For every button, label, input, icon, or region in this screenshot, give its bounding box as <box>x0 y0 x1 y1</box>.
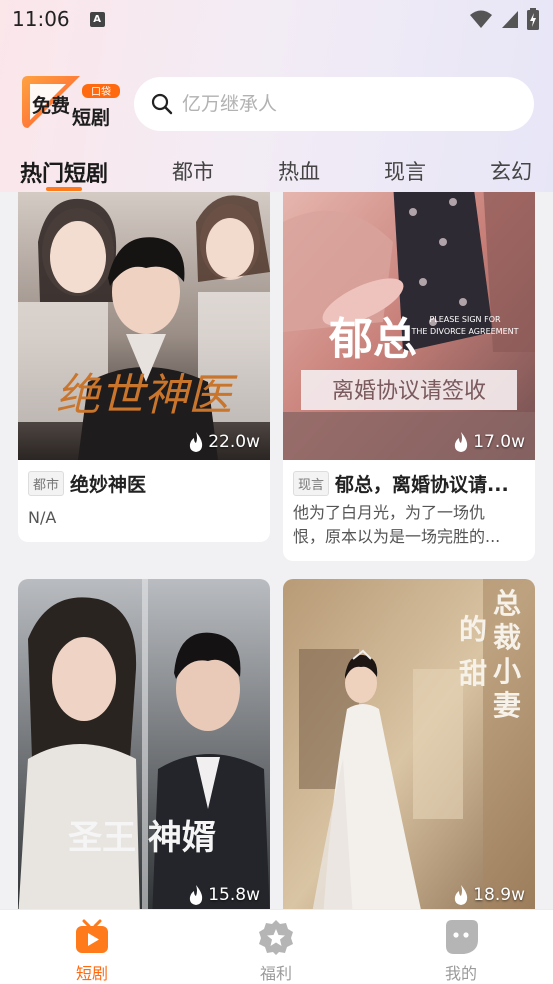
genre-tag: 现言 <box>293 471 330 496</box>
view-count: 15.8w <box>188 885 260 905</box>
poster-en-line2: THE DIVORCE AGREEMENT <box>410 327 518 336</box>
star-badge-icon <box>259 920 293 955</box>
nav-profile-label: 我的 <box>444 964 477 983</box>
tab-hot-blood[interactable]: 热血 <box>278 156 320 186</box>
tv-play-icon <box>76 919 108 953</box>
poster-title-text: 绝世神医 <box>56 370 238 421</box>
fire-icon <box>190 885 203 905</box>
tab-urban[interactable]: 都市 <box>172 156 214 186</box>
search-bar[interactable] <box>134 77 534 131</box>
drama-poster[interactable]: 绝世神医 22.0w <box>18 192 270 460</box>
nav-profile[interactable]: 我的 <box>421 918 501 984</box>
drama-card[interactable]: 绝世神医 22.0w 都市 绝妙神医 N/A <box>18 192 270 542</box>
drama-card[interactable]: 总 裁 的 小 甜 妻 18.9w <box>283 579 535 909</box>
status-bar: 11:06 A <box>0 0 553 38</box>
poster-title-text: 郁总 <box>328 314 417 365</box>
status-time: 11:06 <box>12 7 70 31</box>
fire-icon <box>455 885 468 905</box>
genre-tag: 都市 <box>28 471 65 496</box>
poster-subtitle: 离婚协议请签收 <box>332 379 486 404</box>
battery-icon <box>527 8 539 30</box>
description-line: 恨，原本以为是一场完胜的... <box>293 527 501 546</box>
search-input[interactable] <box>182 93 502 115</box>
nav-benefits[interactable]: 福利 <box>236 918 316 984</box>
drama-feed[interactable]: 绝世神医 22.0w 都市 绝妙神医 N/A 郁总 PLEASE SIGN FO… <box>0 192 553 909</box>
notification-a-icon: A <box>89 11 105 27</box>
drama-description: N/A <box>28 508 57 527</box>
tab-fantasy[interactable]: 玄幻 <box>490 156 532 186</box>
nav-dramas-label: 短剧 <box>75 964 108 983</box>
description-line: 他为了白月光，为了一场仇 <box>293 503 486 522</box>
view-count-value: 17.0w <box>473 432 525 452</box>
fire-icon <box>190 432 203 452</box>
view-count-value: 18.9w <box>473 885 525 905</box>
signal-icon <box>502 11 518 28</box>
drama-title[interactable]: 郁总，离婚协议请... <box>335 470 509 497</box>
drama-info: 现言 郁总，离婚协议请... 他为了白月光，为了一场仇 恨，原本以为是一场完胜的… <box>283 460 535 561</box>
title-row: 现言 郁总，离婚协议请... <box>293 470 525 497</box>
view-count: 22.0w <box>188 432 260 452</box>
view-count: 17.0w <box>453 432 525 452</box>
title-row: 都市 绝妙神医 <box>28 470 260 497</box>
nav-dramas[interactable]: 短剧 <box>52 918 132 984</box>
profile-icon <box>446 920 478 954</box>
tab-romance[interactable]: 现言 <box>384 156 426 186</box>
logo-line2: 短剧 <box>72 106 110 129</box>
view-count-value: 22.0w <box>208 432 260 452</box>
logo-badge: 口袋 <box>91 85 111 98</box>
tab-hot-dramas[interactable]: 热门短剧 <box>20 156 108 188</box>
poster-char: 的 <box>459 613 487 646</box>
poster-title-text: 圣王 神婿 <box>68 818 216 858</box>
search-icon <box>151 93 173 115</box>
drama-description: 他为了白月光，为了一场仇 恨，原本以为是一场完胜的... <box>293 501 525 549</box>
poster-char: 总 <box>493 587 521 620</box>
drama-poster[interactable]: 总 裁 的 小 甜 妻 18.9w <box>283 579 535 909</box>
drama-card[interactable]: 圣王 神婿 15.8w <box>18 579 270 909</box>
poster-char: 甜 <box>459 657 487 690</box>
drama-poster[interactable]: 郁总 PLEASE SIGN FOR THE DIVORCE AGREEMENT… <box>283 192 535 460</box>
poster-char: 小 <box>493 655 521 688</box>
drama-info: 都市 绝妙神医 N/A <box>18 460 270 542</box>
logo-line1: 免费 <box>32 94 70 117</box>
fire-icon <box>455 432 468 452</box>
view-count: 18.9w <box>453 885 525 905</box>
nav-benefits-label: 福利 <box>259 964 292 983</box>
bottom-navigation: 短剧 福利 我的 <box>0 909 553 984</box>
drama-title[interactable]: 绝妙神医 <box>70 470 146 497</box>
tab-indicator <box>46 187 82 191</box>
status-icons <box>469 8 539 30</box>
wifi-icon <box>470 10 492 28</box>
poster-char: 裁 <box>493 621 521 654</box>
app-logo[interactable]: 口袋 免费 短剧 <box>22 74 122 132</box>
category-tabs: 热门短剧 都市 热血 现言 玄幻 <box>0 150 553 192</box>
drama-poster[interactable]: 圣王 神婿 15.8w <box>18 579 270 909</box>
poster-en-line1: PLEASE SIGN FOR <box>429 315 501 324</box>
poster-char: 妻 <box>493 689 521 722</box>
view-count-value: 15.8w <box>208 885 260 905</box>
drama-card[interactable]: 郁总 PLEASE SIGN FOR THE DIVORCE AGREEMENT… <box>283 192 535 561</box>
